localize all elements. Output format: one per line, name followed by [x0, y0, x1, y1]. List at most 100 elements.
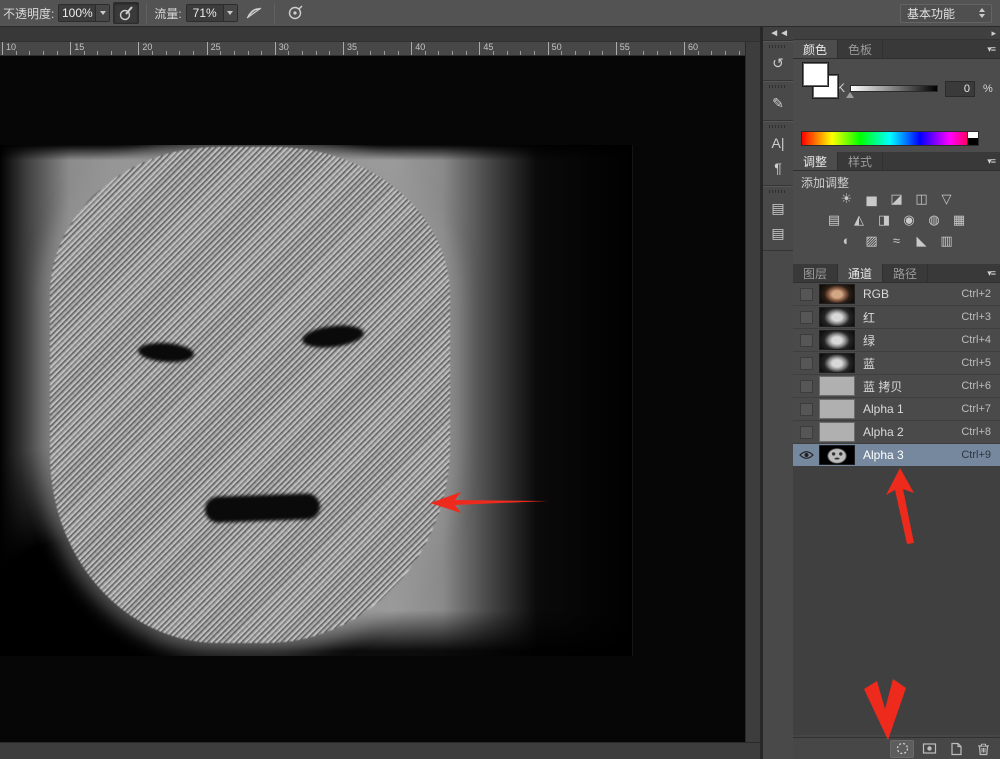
save-selection-as-channel-button[interactable]	[917, 740, 941, 758]
photo-filter-icon[interactable]: ◉	[899, 212, 919, 228]
visibility-toggle[interactable]	[793, 334, 819, 347]
airbrush-icon[interactable]	[282, 2, 308, 24]
channel-mixer-icon[interactable]: ◍	[924, 212, 944, 228]
opacity-dropdown[interactable]: 100%	[58, 4, 110, 22]
color-tab-1[interactable]: 色板	[838, 40, 883, 58]
flow-dropdown[interactable]: 71%	[186, 4, 238, 22]
flow-value[interactable]: 71%	[187, 6, 223, 20]
character-panel-icon[interactable]: A|	[765, 131, 791, 155]
channel-thumbnail[interactable]	[819, 284, 855, 304]
flow-dropdown-arrow[interactable]	[223, 5, 237, 21]
pen-pressure-off-icon[interactable]	[241, 2, 267, 24]
color-lookup-icon[interactable]: ▦	[949, 212, 969, 228]
invert-icon[interactable]: ◐	[837, 233, 857, 249]
vertical-scrollbar[interactable]	[745, 42, 760, 742]
channel-row-蓝-拷贝[interactable]: 蓝 拷贝Ctrl+6	[793, 375, 1000, 398]
opacity-value[interactable]: 100%	[59, 6, 95, 20]
channel-row-Alpha-3[interactable]: Alpha 3Ctrl+9	[793, 444, 1000, 467]
spectrum-black-swatch[interactable]	[967, 138, 978, 145]
adjustments-tab-0[interactable]: 调整	[793, 152, 838, 170]
photo-image[interactable]	[0, 145, 633, 656]
visibility-box[interactable]	[800, 334, 813, 347]
ruler-label: 50	[552, 42, 562, 52]
options-bar: 不透明度: 100% 流量: 71% 基本功能	[0, 0, 1000, 27]
visibility-box[interactable]	[800, 426, 813, 439]
channel-row-蓝[interactable]: 蓝Ctrl+5	[793, 352, 1000, 375]
channel-thumbnail[interactable]	[819, 353, 855, 373]
canvas[interactable]	[0, 56, 745, 742]
horizontal-scrollbar[interactable]	[0, 742, 760, 759]
info-panel-icon[interactable]: ▤	[765, 196, 791, 220]
ruler-tick	[193, 51, 194, 55]
channel-thumbnail[interactable]	[819, 307, 855, 327]
ruler-label: 45	[483, 42, 493, 52]
channels-tab-0[interactable]: 图层	[793, 264, 838, 282]
collapse-panels-icon[interactable]: ◄◄	[763, 27, 793, 41]
visibility-eye-icon[interactable]	[793, 450, 819, 460]
channel-row-Alpha-1[interactable]: Alpha 1Ctrl+7	[793, 398, 1000, 421]
paragraph-panel-icon[interactable]: ¶	[765, 156, 791, 180]
channel-thumbnail[interactable]	[819, 376, 855, 396]
curves-icon[interactable]: ◪	[887, 191, 907, 207]
channel-row-红[interactable]: 红Ctrl+3	[793, 306, 1000, 329]
visibility-box[interactable]	[800, 357, 813, 370]
channel-thumbnail[interactable]	[819, 445, 855, 465]
threshold-icon[interactable]: ≈	[887, 233, 907, 249]
color-panel-menu-icon[interactable]	[987, 44, 995, 55]
delete-channel-button[interactable]	[971, 740, 995, 758]
brush-panel-icon[interactable]: ✎	[765, 91, 791, 115]
channel-thumbnail[interactable]	[819, 399, 855, 419]
color-tab-0[interactable]: 颜色	[793, 40, 838, 58]
tablet-pressure-opacity-icon[interactable]	[113, 2, 139, 24]
adjustments-tab-1[interactable]: 样式	[838, 152, 883, 170]
notes-panel-icon[interactable]: ▤	[765, 221, 791, 245]
grip-dots[interactable]	[769, 45, 787, 48]
channel-thumbnail[interactable]	[819, 330, 855, 350]
visibility-toggle[interactable]	[793, 288, 819, 301]
k-value-field[interactable]: 0	[945, 81, 975, 97]
vibrance-icon[interactable]: ▽	[937, 191, 957, 207]
posterize-icon[interactable]: ▨	[862, 233, 882, 249]
expand-dock-icon[interactable]	[793, 27, 1000, 40]
black-white-icon[interactable]: ◨	[874, 212, 894, 228]
new-channel-button[interactable]	[944, 740, 968, 758]
opacity-dropdown-arrow[interactable]	[95, 5, 109, 21]
channel-row-Alpha-2[interactable]: Alpha 2Ctrl+8	[793, 421, 1000, 444]
hue-saturation-icon[interactable]: ▤	[824, 212, 844, 228]
load-channel-as-selection-button[interactable]	[890, 740, 914, 758]
channels-tab-2[interactable]: 路径	[883, 264, 928, 282]
visibility-box[interactable]	[800, 311, 813, 324]
visibility-box[interactable]	[800, 288, 813, 301]
visibility-box[interactable]	[800, 380, 813, 393]
channel-row-绿[interactable]: 绿Ctrl+4	[793, 329, 1000, 352]
channel-thumbnail[interactable]	[819, 422, 855, 442]
adjustments-panel-menu-icon[interactable]	[987, 156, 995, 167]
ruler-tick	[70, 42, 71, 55]
visibility-toggle[interactable]	[793, 426, 819, 439]
exposure-icon[interactable]: ◫	[912, 191, 932, 207]
grip-dots[interactable]	[769, 85, 787, 88]
color-balance-icon[interactable]: ◭	[849, 212, 869, 228]
visibility-toggle[interactable]	[793, 403, 819, 416]
channel-row-RGB[interactable]: RGBCtrl+2	[793, 283, 1000, 306]
ruler-tick	[111, 51, 112, 55]
visibility-toggle[interactable]	[793, 380, 819, 393]
gradient-map-icon[interactable]: ◣	[912, 233, 932, 249]
k-slider-track[interactable]	[850, 85, 938, 92]
brightness-contrast-icon[interactable]: ☀	[837, 191, 857, 207]
grip-dots[interactable]	[769, 125, 787, 128]
history-panel-icon[interactable]: ↺	[765, 51, 791, 75]
levels-icon[interactable]: ▅	[862, 191, 882, 207]
channels-tab-1[interactable]: 通道	[838, 264, 883, 282]
grip-dots[interactable]	[769, 190, 787, 193]
visibility-box[interactable]	[800, 403, 813, 416]
workspace-switcher[interactable]: 基本功能	[900, 4, 992, 23]
visibility-toggle[interactable]	[793, 311, 819, 324]
visibility-toggle[interactable]	[793, 357, 819, 370]
selective-color-icon[interactable]: ▥	[937, 233, 957, 249]
k-slider-thumb[interactable]	[846, 92, 854, 98]
color-spectrum-ramp[interactable]	[801, 131, 979, 146]
channels-panel-menu-icon[interactable]	[987, 268, 995, 279]
document-tab-strip	[0, 27, 760, 42]
foreground-color-swatch[interactable]	[802, 62, 829, 87]
